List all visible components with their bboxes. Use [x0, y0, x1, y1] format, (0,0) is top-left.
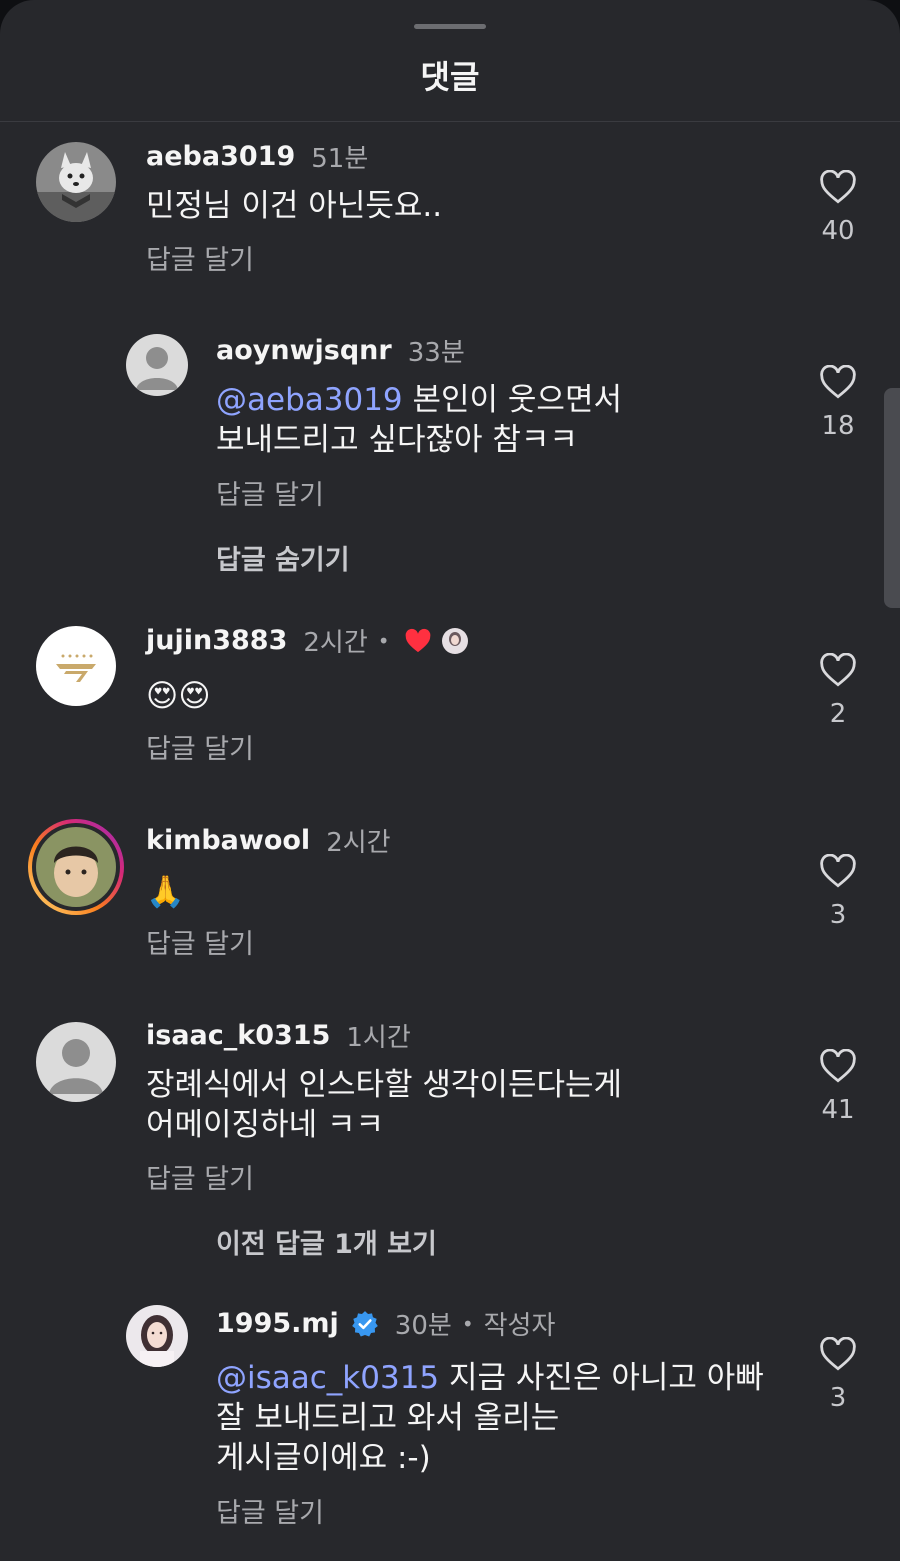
comments-sheet: 댓글 aeba3019 51분 민정님 이건 아닌듯요.. 답글 달기 40 a… [0, 0, 900, 1561]
comment-timestamp: 2시간 [303, 628, 368, 658]
author-tag: 작성자 [483, 1311, 556, 1341]
avatar[interactable] [36, 142, 116, 222]
comment-text-line: 본인이 웃으면서 [402, 382, 622, 418]
like-button[interactable]: 18 [812, 365, 864, 441]
sheet-grabber-handle[interactable] [414, 24, 486, 29]
heart-outline-icon [820, 170, 856, 204]
creator-avatar-mini [441, 627, 468, 654]
like-button[interactable]: 2 [812, 653, 864, 729]
avatar[interactable] [36, 626, 116, 706]
scrollbar[interactable] [884, 388, 900, 608]
comment-text-line: 게시글이에요 :-) [216, 1440, 431, 1476]
comment-timestamp: 1시간 [346, 1023, 411, 1053]
reply-button[interactable]: 답글 달기 [216, 473, 324, 512]
like-count: 3 [829, 1383, 847, 1413]
heart-outline-icon [820, 1049, 856, 1083]
comment-text-line: 잘 보내드리고 와서 올리는 [216, 1400, 560, 1436]
like-count: 18 [821, 411, 855, 441]
header-divider [0, 121, 900, 122]
hide-replies-button[interactable]: 답글 숨기기 [216, 538, 350, 577]
comment-text-line: 어메이징하네 ㅋㅋ [146, 1107, 385, 1143]
comment-text-line: 장례식에서 인스타할 생각이든다는게 [146, 1067, 623, 1103]
reply-button[interactable]: 답글 달기 [146, 1157, 254, 1196]
comment-timestamp: 30분 [394, 1311, 452, 1341]
comment-username[interactable]: 1995.mj [216, 1308, 339, 1339]
like-count: 2 [829, 699, 847, 729]
like-count: 40 [821, 216, 855, 246]
avatar[interactable] [126, 1305, 188, 1367]
comment-timestamp: 51분 [311, 144, 369, 174]
comment-text: 🙏 [146, 874, 185, 910]
like-button[interactable]: 40 [812, 170, 864, 246]
heart-outline-icon [820, 1337, 856, 1371]
heart-outline-icon [820, 365, 856, 399]
avatar-default[interactable] [36, 1022, 116, 1102]
separator-dot: • [377, 628, 390, 653]
comment-username[interactable]: aoynwjsqnr [216, 335, 392, 366]
comment-username[interactable]: jujin3883 [146, 625, 287, 656]
reply-button[interactable]: 답글 달기 [216, 1491, 324, 1530]
reply-button[interactable]: 답글 달기 [146, 922, 254, 961]
sheet-title: 댓글 [420, 58, 480, 96]
comment-text-line: 지금 사진은 아니고 아빠 [439, 1360, 764, 1396]
mention-link[interactable]: @isaac_k0315 [216, 1360, 439, 1396]
avatar-story-ring[interactable] [26, 817, 126, 917]
verified-badge-icon [351, 1310, 378, 1336]
avatar-default[interactable] [126, 334, 188, 396]
heart-outline-icon [820, 854, 856, 888]
heart-outline-icon [820, 653, 856, 687]
comment-timestamp: 2시간 [326, 828, 391, 858]
comment-text: 😍😍 [146, 678, 211, 714]
comment-text: 장례식에서 인스타할 생각이든다는게 어메이징하네 ㅋㅋ [146, 1065, 622, 1145]
comment-text: @aeba3019 본인이 웃으면서 보내드리고 싶다잖아 참ㅋㅋ [216, 380, 622, 460]
reply-button[interactable]: 답글 달기 [146, 727, 254, 766]
comment-text: @isaac_k0315 지금 사진은 아니고 아빠 잘 보내드리고 와서 올리… [216, 1358, 764, 1478]
reply-button[interactable]: 답글 달기 [146, 238, 254, 277]
heart-filled-icon [405, 628, 430, 652]
mention-link[interactable]: @aeba3019 [216, 382, 403, 418]
comment-username[interactable]: isaac_k0315 [146, 1020, 330, 1051]
comment-username[interactable]: kimbawool [146, 825, 310, 856]
separator-dot: • [461, 1311, 474, 1336]
comment-timestamp: 33분 [407, 338, 465, 368]
comment-username[interactable]: aeba3019 [146, 141, 295, 172]
view-previous-replies-button[interactable]: 이전 답글 1개 보기 [216, 1222, 437, 1261]
like-button[interactable]: 41 [812, 1049, 864, 1125]
like-button[interactable]: 3 [812, 1337, 864, 1413]
comment-text: 민정님 이건 아닌듯요.. [146, 188, 443, 224]
like-count: 41 [821, 1095, 855, 1125]
like-count: 3 [829, 900, 847, 930]
comment-text-line: 보내드리고 싶다잖아 참ㅋㅋ [216, 422, 578, 458]
like-button[interactable]: 3 [812, 854, 864, 930]
